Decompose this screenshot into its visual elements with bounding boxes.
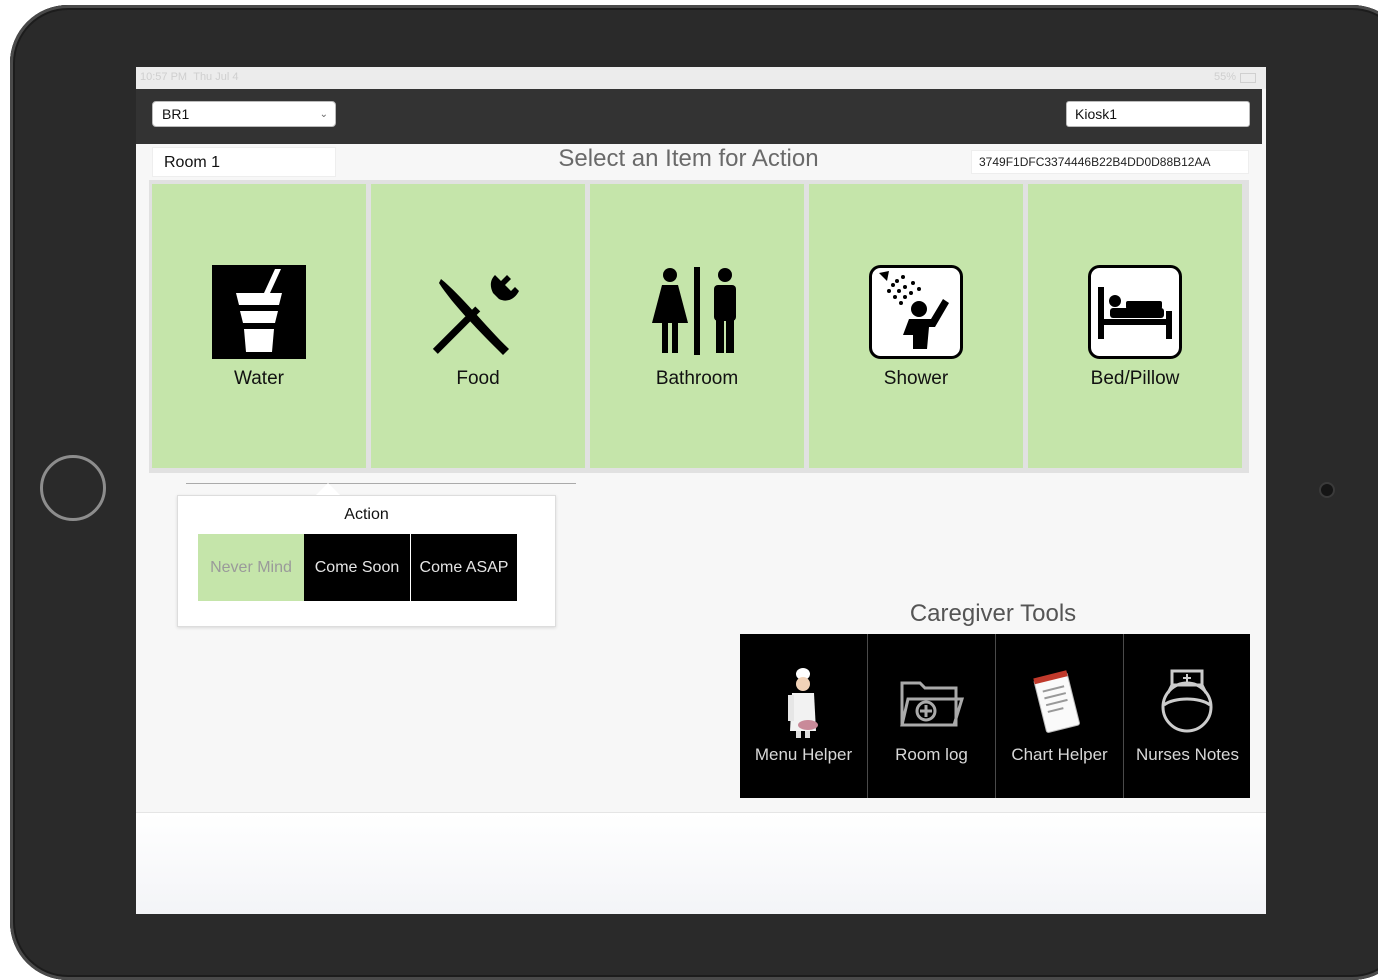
item-grid: Water Food Bathroom Shower Bed/Pillow — [149, 180, 1249, 473]
page-title: Select an Item for Action — [558, 145, 819, 172]
tile-label: Water — [234, 368, 284, 389]
tool-label: Room log — [895, 745, 968, 764]
top-bar: BR1 ⌄ Kiosk1 — [136, 89, 1262, 144]
tile-label: Bed/Pillow — [1090, 368, 1180, 389]
folder-plus-icon — [900, 681, 964, 727]
chevron-down-icon: ⌄ — [319, 109, 328, 120]
device-id-field[interactable]: 3749F1DFC3374446B22B4DD0D88B12AA — [971, 150, 1249, 174]
popup-divider — [186, 483, 576, 484]
battery-percent: 55% — [1213, 71, 1236, 83]
tool-chart-helper[interactable]: Chart Helper — [996, 634, 1123, 798]
shower-icon — [869, 265, 963, 359]
battery-icon — [1240, 73, 1256, 83]
tool-nurses-notes[interactable]: Nurses Notes — [1124, 634, 1251, 798]
restroom-icon — [652, 267, 736, 355]
tool-label: Nurses Notes — [1136, 745, 1239, 764]
fork-knife-icon — [432, 275, 519, 355]
tool-label: Chart Helper — [1011, 745, 1108, 764]
come-soon-button[interactable]: Come Soon — [304, 534, 410, 601]
popup-caret — [316, 483, 340, 495]
location-select[interactable]: BR1 ⌄ — [152, 101, 336, 127]
kiosk-field[interactable]: Kiosk1 — [1066, 101, 1250, 127]
caregiver-tools-panel: Menu Helper Room log Chart Helper Nurses… — [740, 634, 1250, 798]
popup-title: Action — [344, 506, 389, 523]
status-time: 10:57 PM Thu Jul 4 — [140, 71, 239, 83]
bed-icon — [1088, 265, 1182, 359]
tile-water[interactable]: Water — [152, 184, 366, 468]
app-screen: 10:57 PM Thu Jul 4 55% BR1 ⌄ Kiosk1 Room… — [136, 67, 1266, 914]
come-asap-button[interactable]: Come ASAP — [411, 534, 517, 601]
never-mind-button[interactable]: Never Mind — [198, 534, 304, 601]
tile-bed-pillow[interactable]: Bed/Pillow — [1028, 184, 1242, 468]
camera-icon — [1321, 484, 1333, 496]
home-button[interactable] — [40, 455, 106, 521]
location-select-value: BR1 — [162, 106, 190, 122]
room-field[interactable]: Room 1 — [152, 147, 336, 177]
chef-icon — [788, 668, 818, 738]
tile-label: Bathroom — [655, 368, 739, 389]
tile-label: Food — [456, 368, 500, 389]
caregiver-tools-title: Caregiver Tools — [909, 600, 1077, 627]
notepad-icon — [1033, 670, 1080, 733]
status-bar: 10:57 PM Thu Jul 4 55% — [136, 67, 1266, 89]
tile-bathroom[interactable]: Bathroom — [590, 184, 804, 468]
nurse-icon — [1161, 669, 1213, 733]
action-popup: Action Never Mind Come Soon Come ASAP — [177, 495, 556, 627]
tool-label: Menu Helper — [754, 745, 853, 764]
tile-label: Shower — [883, 368, 949, 389]
tile-shower[interactable]: Shower — [809, 184, 1023, 468]
tool-room-log[interactable]: Room log — [868, 634, 995, 798]
bottom-bar — [136, 812, 1266, 914]
tile-food[interactable]: Food — [371, 184, 585, 468]
water-cup-icon — [212, 265, 306, 359]
tool-menu-helper[interactable]: Menu Helper — [740, 634, 867, 798]
